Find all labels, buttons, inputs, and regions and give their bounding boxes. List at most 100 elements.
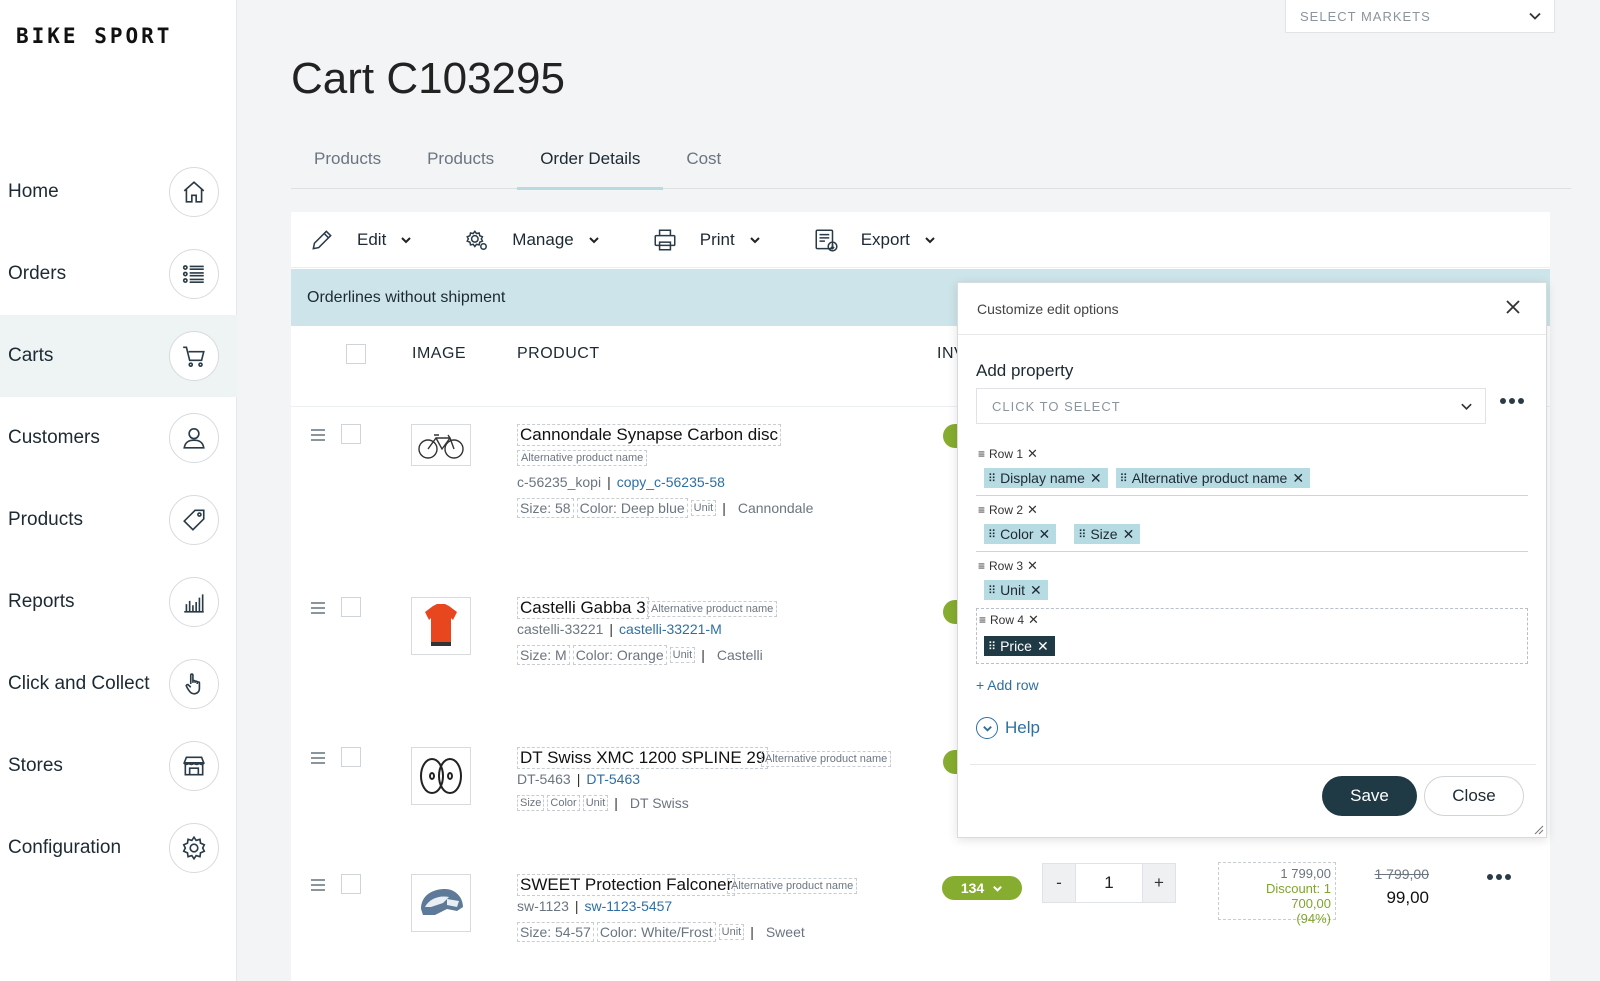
row-checkbox[interactable]: [341, 597, 361, 617]
unit-attribute[interactable]: Unit: [669, 647, 696, 663]
color-attribute[interactable]: Color: [547, 795, 580, 811]
drag-handle-icon[interactable]: [311, 879, 325, 894]
close-icon[interactable]: [1506, 299, 1524, 318]
dialog-title: Customize edit options: [977, 300, 1119, 317]
drag-handle-icon[interactable]: [311, 752, 325, 767]
remove-chip-icon[interactable]: ✕: [1037, 638, 1049, 655]
property-chip[interactable]: ⠿ Unit ✕: [984, 580, 1048, 600]
color-attribute[interactable]: Color: White/Frost: [596, 922, 716, 942]
sidebar-item-customers[interactable]: Customers: [0, 397, 237, 479]
alternative-product-name[interactable]: Alternative product name: [727, 878, 858, 894]
remove-chip-icon[interactable]: ✕: [1292, 470, 1304, 487]
help-toggle[interactable]: Help: [976, 717, 1040, 739]
size-attribute[interactable]: Size: 54-57: [517, 922, 594, 942]
row-more-icon[interactable]: [1487, 874, 1511, 880]
cart-icon: [169, 331, 219, 381]
more-options-icon[interactable]: [1500, 398, 1524, 404]
print-button[interactable]: Print: [652, 227, 761, 253]
chevron-down-icon: [1461, 403, 1472, 410]
remove-row-icon[interactable]: ✕: [1028, 612, 1039, 628]
select-all-checkbox[interactable]: [346, 344, 366, 364]
sidebar-item-label: Home: [8, 181, 59, 202]
save-button[interactable]: Save: [1322, 776, 1417, 816]
color-attribute[interactable]: Color: Deep blue: [576, 498, 688, 518]
sidebar-item-click-and-collect[interactable]: Click and Collect: [0, 643, 237, 725]
property-chip[interactable]: ⠿ Size ✕: [1074, 524, 1141, 544]
row-checkbox[interactable]: [341, 747, 361, 767]
row-checkbox[interactable]: [341, 424, 361, 444]
manage-button[interactable]: Manage: [464, 227, 599, 253]
sidebar-item-carts[interactable]: Carts: [0, 315, 237, 397]
quantity-input[interactable]: 1: [1076, 863, 1142, 903]
property-select[interactable]: CLICK TO SELECT: [976, 388, 1486, 424]
remove-row-icon[interactable]: ✕: [1027, 502, 1038, 518]
product-name[interactable]: Castelli Gabba 3: [517, 597, 649, 619]
variant-link[interactable]: sw-1123-5457: [585, 898, 673, 914]
sidebar-item-orders[interactable]: Orders: [0, 233, 237, 315]
property-row: ≡ Row 1 ✕ ⠿ Display name ✕ ⠿ Alternative prod…: [976, 443, 1528, 495]
wheels-image: [411, 747, 471, 805]
column-header-product: PRODUCT: [517, 345, 600, 362]
sidebar-item-stores[interactable]: Stores: [0, 725, 237, 807]
sidebar-item-configuration[interactable]: Configuration: [0, 807, 237, 889]
alternative-product-name[interactable]: Alternative product name: [647, 601, 778, 617]
property-chip[interactable]: ⠿ Display name ✕: [984, 468, 1108, 488]
variant-link[interactable]: castelli-33221-M: [619, 621, 722, 637]
tab-products-2[interactable]: Products: [404, 128, 517, 189]
hand-pointer-icon: [169, 659, 219, 709]
quantity-increase-button[interactable]: +: [1142, 863, 1176, 903]
sidebar-item-label: Carts: [8, 345, 54, 366]
print-label: Print: [699, 229, 735, 249]
close-button[interactable]: Close: [1424, 776, 1524, 816]
alternative-product-name[interactable]: Alternative product name: [517, 450, 648, 466]
variant-link[interactable]: copy_c-56235-58: [617, 474, 725, 490]
property-chip[interactable]: ⠿ Price ✕: [984, 636, 1055, 656]
size-attribute[interactable]: Size: M: [517, 645, 570, 665]
market-select[interactable]: SELECT MARKETS: [1285, 0, 1555, 33]
property-chip[interactable]: ⠿ Color ✕: [984, 524, 1057, 544]
resize-handle-icon[interactable]: [1534, 825, 1544, 835]
brand-name: Castelli: [716, 647, 763, 663]
price-box[interactable]: 1 799,00 Discount: 1 700,00 (94%): [1218, 862, 1336, 926]
remove-row-icon[interactable]: ✕: [1027, 558, 1038, 574]
table-row: SWEET Protection Falconer Alternative pr…: [291, 862, 1550, 981]
variant-link[interactable]: DT-5463: [586, 771, 640, 787]
size-attribute[interactable]: Size: 58: [517, 498, 574, 518]
drag-handle-icon[interactable]: [311, 602, 325, 617]
unit-attribute[interactable]: Unit: [690, 500, 717, 516]
chevron-down-icon: [1529, 12, 1541, 20]
remove-row-icon[interactable]: ✕: [1027, 446, 1038, 462]
unit-attribute[interactable]: Unit: [718, 924, 745, 940]
size-attribute[interactable]: Size: [517, 795, 545, 811]
export-button[interactable]: Export: [813, 227, 936, 253]
stock-pill[interactable]: 134: [942, 876, 1022, 900]
property-chip[interactable]: ⠿ Alternative product name ✕: [1115, 468, 1311, 488]
product-name[interactable]: SWEET Protection Falconer: [517, 874, 736, 896]
drag-handle-icon[interactable]: [311, 429, 325, 444]
row-checkbox[interactable]: [341, 874, 361, 894]
product-name[interactable]: Cannondale Synapse Carbon disc: [517, 424, 782, 446]
sidebar-item-products[interactable]: Products: [0, 479, 237, 561]
tab-cost[interactable]: Cost: [663, 128, 744, 189]
remove-chip-icon[interactable]: ✕: [1123, 526, 1135, 543]
row-divider: [976, 551, 1528, 552]
product-name[interactable]: DT Swiss XMC 1200 SPLINE 29: [517, 747, 769, 769]
tab-order-details[interactable]: Order Details: [517, 128, 664, 190]
tab-products[interactable]: Products: [291, 128, 404, 189]
sidebar-item-home[interactable]: Home: [0, 151, 237, 233]
edit-button[interactable]: Edit: [309, 227, 412, 253]
brand-name: DT Swiss: [629, 795, 689, 811]
remove-chip-icon[interactable]: ✕: [1090, 470, 1102, 487]
sidebar-item-reports[interactable]: Reports: [0, 561, 237, 643]
add-row-link[interactable]: + Add row: [976, 677, 1039, 693]
unit-attribute[interactable]: Unit: [582, 795, 609, 811]
quantity-decrease-button[interactable]: -: [1042, 863, 1076, 903]
brand-name: Cannondale: [737, 500, 814, 516]
sidebar-item-label: Customers: [8, 427, 100, 448]
remove-chip-icon[interactable]: ✕: [1030, 582, 1042, 599]
color-attribute[interactable]: Color: Orange: [572, 645, 667, 665]
edit-label: Edit: [357, 229, 387, 249]
remove-chip-icon[interactable]: ✕: [1039, 526, 1051, 543]
alternative-product-name[interactable]: Alternative product name: [761, 751, 892, 767]
brand-logo: BIKE SPORT: [16, 24, 173, 48]
